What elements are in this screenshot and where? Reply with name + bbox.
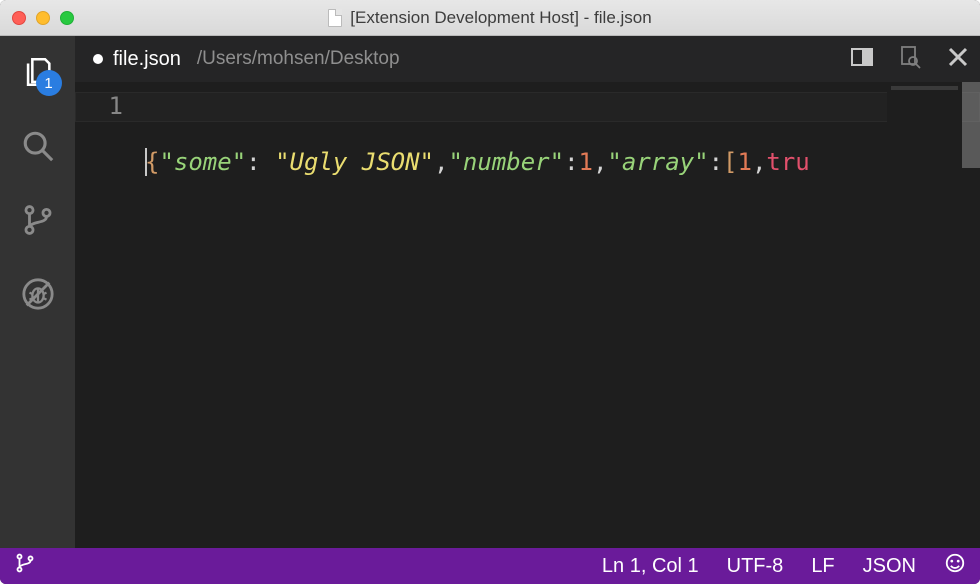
tab-bar: file.json /Users/mohsen/Desktop (75, 36, 980, 82)
explorer-badge: 1 (36, 70, 62, 96)
activity-bar: 1 (0, 36, 75, 548)
editor-area: file.json /Users/mohsen/Desktop (75, 36, 980, 548)
more-actions-button[interactable] (898, 45, 922, 74)
window-title: [Extension Development Host] - file.json (350, 8, 651, 28)
debug-button[interactable] (20, 276, 56, 312)
status-encoding[interactable]: UTF-8 (727, 555, 784, 578)
split-editor-icon (850, 45, 874, 69)
maximize-window-button[interactable] (60, 11, 74, 25)
status-cursor-position[interactable]: Ln 1, Col 1 (602, 555, 699, 578)
status-feedback-button[interactable] (944, 552, 966, 580)
explorer-button[interactable]: 1 (20, 54, 56, 90)
tab-file-json[interactable]: file.json /Users/mohsen/Desktop (93, 48, 400, 71)
split-editor-button[interactable] (850, 45, 874, 74)
status-git-button[interactable] (14, 552, 36, 580)
source-control-button[interactable] (20, 202, 56, 238)
minimap[interactable] (887, 82, 962, 548)
vertical-scrollbar[interactable] (962, 82, 980, 548)
git-branch-icon (21, 203, 55, 237)
no-bug-icon (21, 277, 55, 311)
minimap-content (891, 86, 958, 90)
search-button[interactable] (20, 128, 56, 164)
title-center: [Extension Development Host] - file.json (0, 8, 980, 28)
code-editor[interactable]: 1 {"some": "Ugly JSON","number":1,"array… (75, 82, 980, 548)
search-icon (21, 129, 55, 163)
smiley-icon (944, 552, 966, 574)
tab-filepath: /Users/mohsen/Desktop (197, 48, 400, 70)
status-bar: Ln 1, Col 1 UTF-8 LF JSON (0, 548, 980, 584)
close-icon (946, 45, 970, 69)
close-window-button[interactable] (12, 11, 26, 25)
editor-actions (850, 45, 970, 74)
titlebar: [Extension Development Host] - file.json (0, 0, 980, 36)
find-file-icon (898, 45, 922, 69)
code-line-1[interactable]: {"some": "Ugly JSON","number":1,"array":… (145, 148, 980, 176)
tab-filename: file.json (113, 48, 181, 71)
window: [Extension Development Host] - file.json… (0, 0, 980, 584)
body: 1 (0, 36, 980, 548)
git-icon (14, 552, 36, 574)
dirty-indicator-icon (93, 54, 103, 64)
status-language-mode[interactable]: JSON (863, 555, 916, 578)
document-icon (328, 9, 342, 27)
close-editor-button[interactable] (946, 45, 970, 74)
gutter: 1 (75, 82, 145, 548)
scrollbar-thumb[interactable] (962, 82, 980, 168)
minimize-window-button[interactable] (36, 11, 50, 25)
status-eol[interactable]: LF (811, 555, 834, 578)
traffic-lights (12, 11, 74, 25)
code-content[interactable]: {"some": "Ugly JSON","number":1,"array":… (145, 82, 980, 548)
